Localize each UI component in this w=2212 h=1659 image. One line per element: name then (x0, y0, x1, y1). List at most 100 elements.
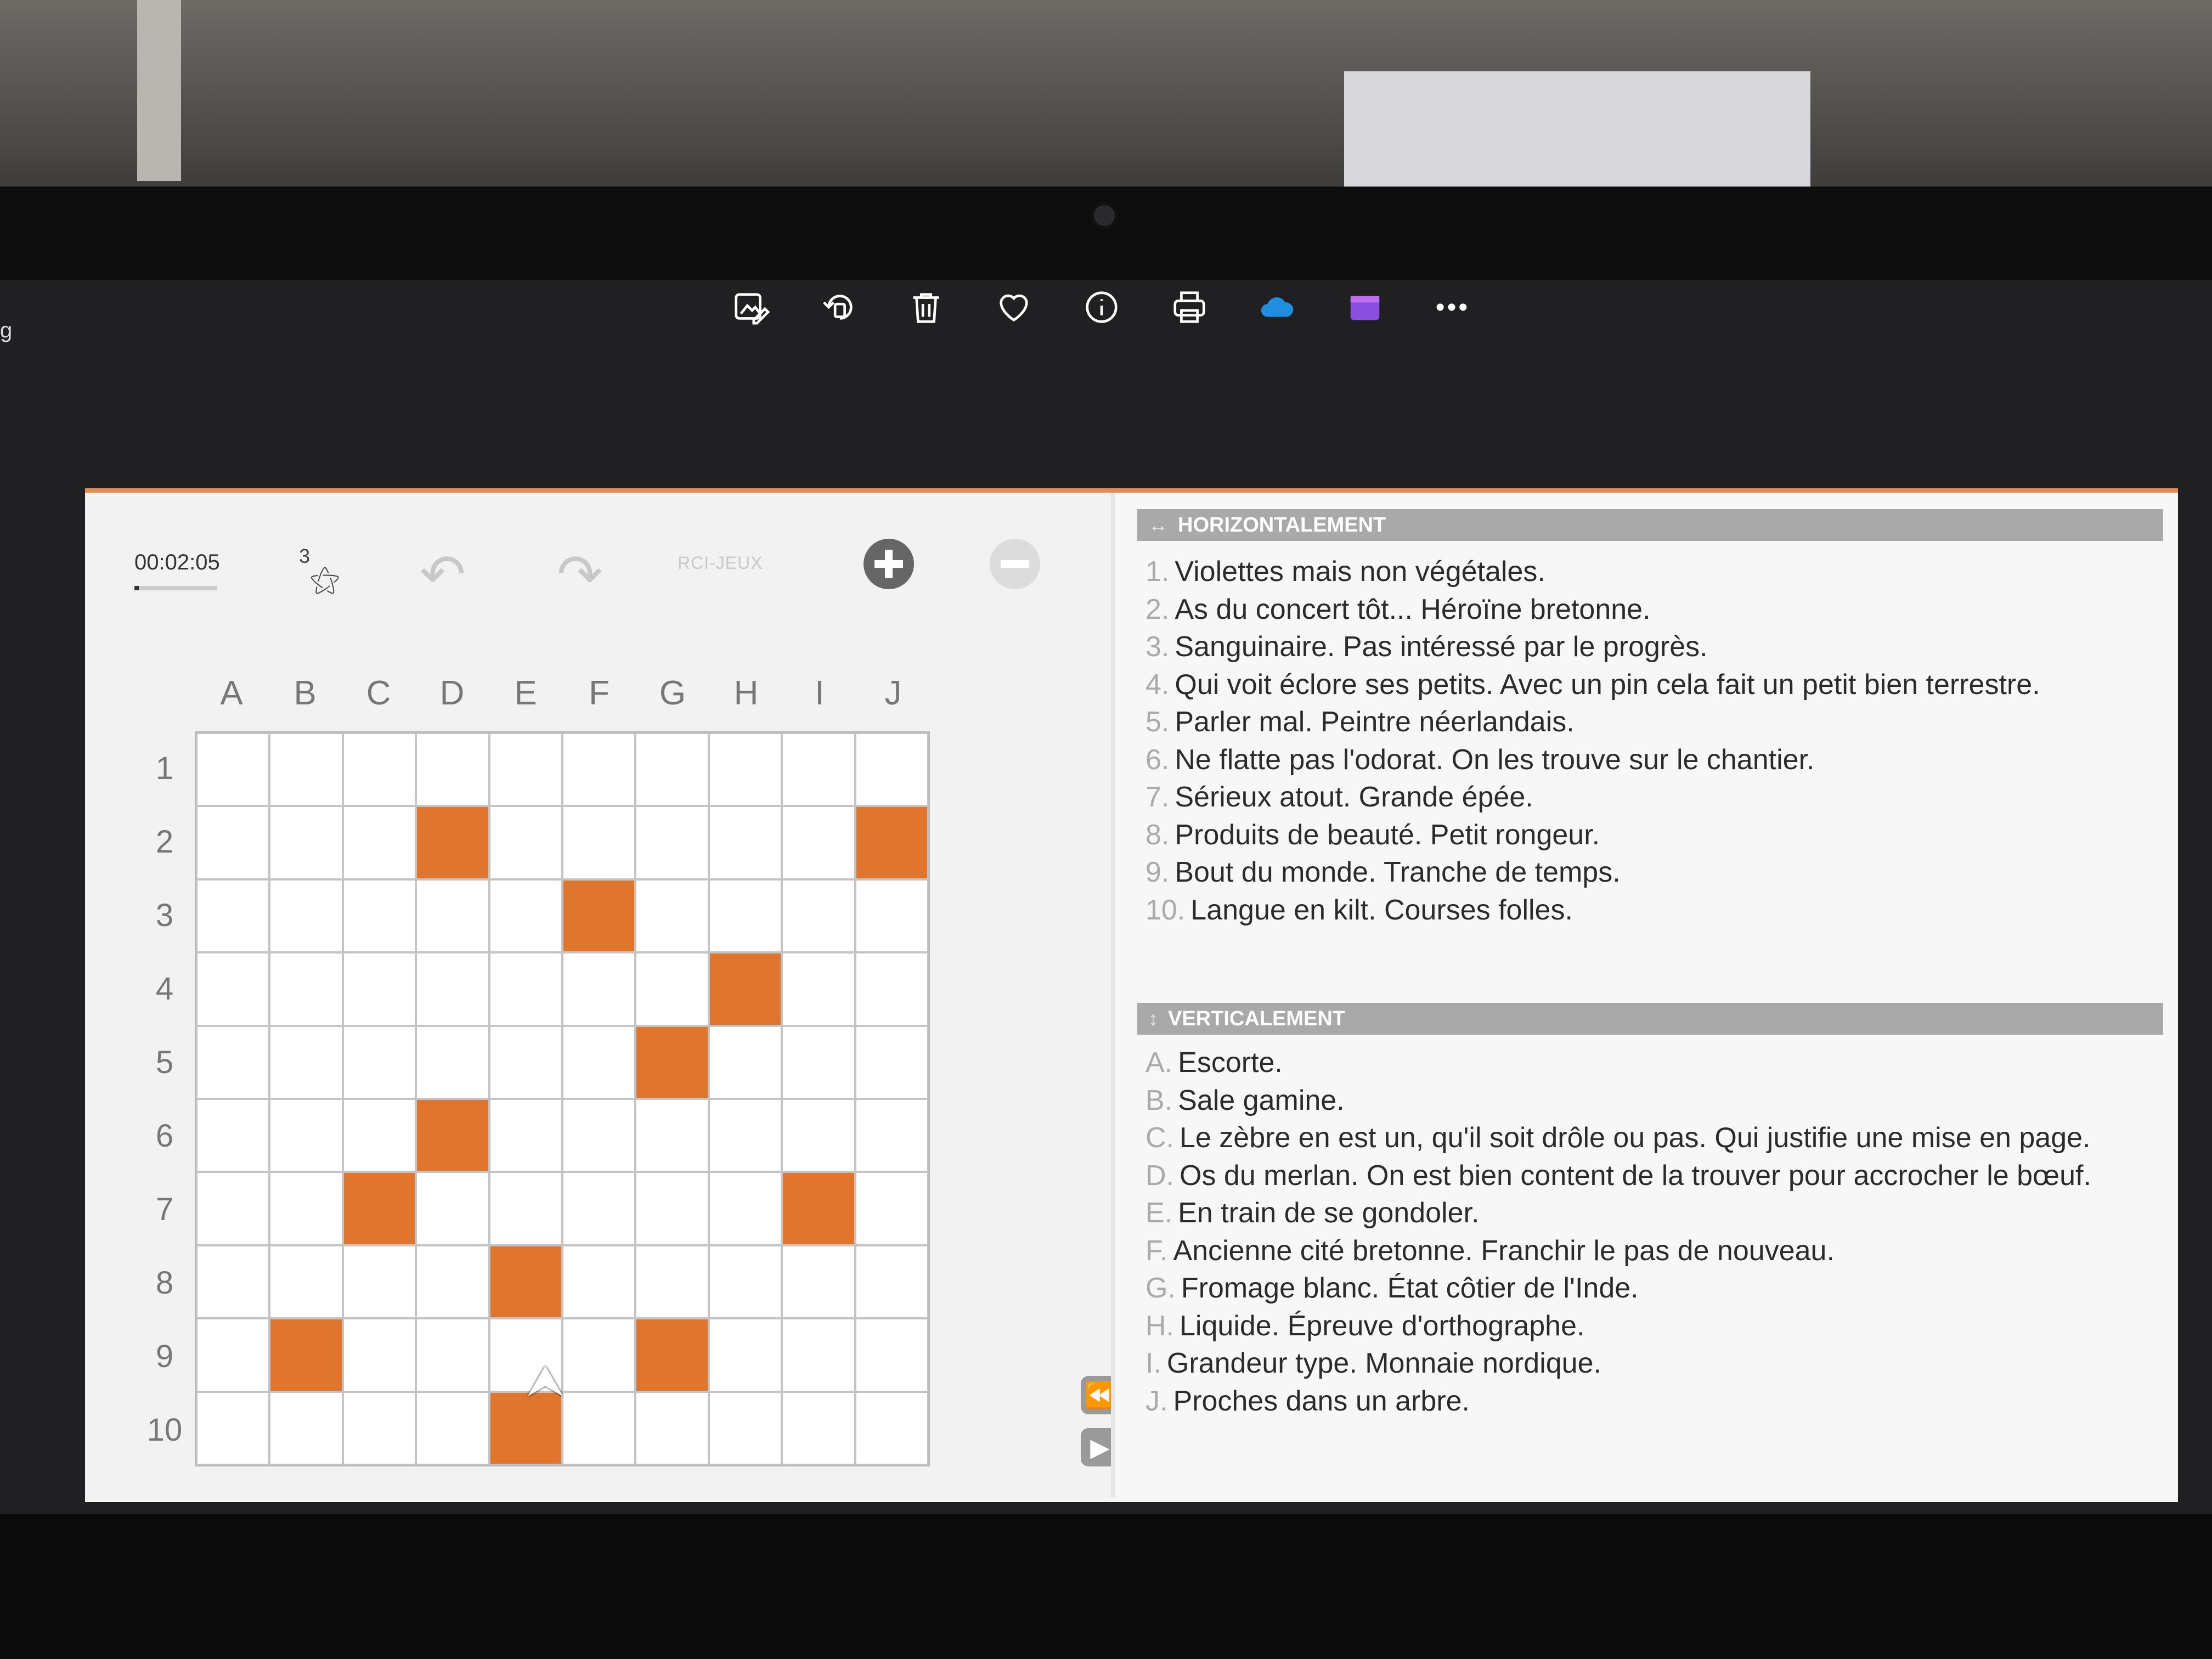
clue-item[interactable]: 2. As du concert tôt... Héroïne bretonne. (1146, 591, 2160, 629)
grid-cell[interactable] (269, 806, 343, 879)
grid-cell[interactable] (562, 806, 636, 879)
onedrive-button[interactable] (1251, 281, 1304, 334)
grid-cell[interactable] (269, 879, 343, 953)
grid-cell[interactable] (635, 1391, 709, 1465)
grid-cell[interactable] (416, 1025, 489, 1099)
grid-cell[interactable] (855, 1245, 928, 1319)
grid-cell[interactable] (269, 1391, 343, 1465)
info-button[interactable] (1075, 281, 1128, 334)
print-button[interactable] (1163, 281, 1216, 334)
grid-cell[interactable] (342, 1318, 416, 1392)
clue-item[interactable]: C. Le zèbre en est un, qu'il soit drôle o… (1146, 1119, 2160, 1157)
zoom-out-button[interactable] (988, 537, 1042, 591)
grid-cell[interactable] (562, 1098, 636, 1172)
clue-item[interactable]: D. Os du merlan. On est bien content de l… (1146, 1157, 2160, 1195)
grid-cell[interactable] (708, 1318, 782, 1392)
grid-cell[interactable] (416, 733, 489, 806)
grid-cell[interactable] (708, 733, 782, 806)
grid-cell[interactable] (562, 733, 636, 806)
redo-button[interactable]: ↷ (557, 542, 603, 606)
clue-item[interactable]: 1. Violettes mais non végétales. (1146, 553, 2160, 591)
undo-button[interactable]: ↶ (420, 542, 466, 606)
clue-item[interactable]: E. En train de se gondoler. (1146, 1194, 2160, 1232)
grid-cell[interactable] (269, 1025, 343, 1099)
grid-cell[interactable] (708, 1245, 782, 1319)
grid-cell[interactable] (196, 1318, 270, 1392)
clue-item[interactable]: I. Grandeur type. Monnaie nordique. (1146, 1345, 2160, 1383)
grid-cell[interactable] (416, 952, 489, 1026)
edit-image-button[interactable] (724, 281, 777, 334)
grid-cell[interactable] (489, 806, 562, 879)
grid-cell[interactable] (342, 806, 416, 879)
clue-item[interactable]: 9. Bout du monde. Tranche de temps. (1146, 854, 2160, 891)
clue-item[interactable]: B. Sale gamine. (1146, 1082, 2160, 1120)
grid-cell[interactable] (782, 1098, 855, 1172)
clue-item[interactable]: 10. Langue en kilt. Courses folles. (1146, 891, 2160, 929)
grid-cell[interactable] (489, 952, 562, 1026)
grid-cell[interactable] (782, 879, 855, 953)
grid-cell[interactable] (562, 1245, 636, 1319)
grid-cell[interactable] (635, 733, 709, 806)
grid-cell[interactable] (855, 1172, 928, 1245)
zoom-in-button[interactable] (861, 537, 916, 591)
grid-cell[interactable] (708, 1391, 782, 1465)
grid-cell[interactable] (782, 952, 855, 1026)
grid-cell[interactable] (489, 1098, 562, 1172)
grid-cell[interactable] (635, 1172, 709, 1245)
grid-cell[interactable] (196, 1245, 270, 1319)
delete-button[interactable] (900, 281, 952, 334)
clue-item[interactable]: 4. Qui voit éclore ses petits. Avec un pi… (1146, 666, 2160, 704)
grid-cell[interactable] (708, 1098, 782, 1172)
grid-cell[interactable] (708, 1172, 782, 1245)
grid-cell[interactable] (269, 952, 343, 1026)
grid-cell[interactable] (855, 1098, 928, 1172)
grid-cell[interactable] (855, 1318, 928, 1392)
grid-cell[interactable] (782, 806, 855, 879)
grid-cell[interactable] (416, 1245, 489, 1319)
grid-cell[interactable] (489, 1025, 562, 1099)
grid-cell[interactable] (269, 1245, 343, 1319)
grid-cell[interactable] (416, 879, 489, 953)
grid-cell[interactable] (635, 1098, 709, 1172)
clipchamp-button[interactable] (1339, 281, 1391, 334)
grid-cell[interactable] (782, 1391, 855, 1465)
grid-cell[interactable] (342, 1391, 416, 1465)
grid-cell[interactable] (196, 733, 270, 806)
grid-cell[interactable] (635, 1245, 709, 1319)
grid-cell[interactable] (782, 1245, 855, 1319)
grid-cell[interactable] (342, 952, 416, 1026)
favorite-button[interactable] (988, 281, 1040, 334)
grid-cell[interactable] (196, 952, 270, 1026)
grid-cell[interactable] (342, 1098, 416, 1172)
grid-cell[interactable] (416, 1172, 489, 1245)
grid-cell[interactable] (342, 1245, 416, 1319)
grid-cell[interactable] (708, 879, 782, 953)
clue-item[interactable]: 8. Produits de beauté. Petit rongeur. (1146, 816, 2160, 854)
grid-cell[interactable] (196, 879, 270, 953)
clue-item[interactable]: 7. Sérieux atout. Grande épée. (1146, 778, 2160, 816)
grid-cell[interactable] (416, 1391, 489, 1465)
clue-item[interactable]: 6. Ne flatte pas l'odorat. On les trouve … (1146, 741, 2160, 779)
grid-cell[interactable] (196, 806, 270, 879)
grid-cell[interactable] (489, 1172, 562, 1245)
grid-cell[interactable] (269, 1172, 343, 1245)
grid-cell[interactable] (782, 1025, 855, 1099)
rotate-button[interactable] (812, 281, 865, 334)
grid-cell[interactable] (855, 733, 928, 806)
grid-cell[interactable] (489, 733, 562, 806)
clue-item[interactable]: A. Escorte. (1146, 1044, 2160, 1082)
grid-cell[interactable] (562, 1172, 636, 1245)
grid-cell[interactable] (855, 1025, 928, 1099)
grid-cell[interactable] (342, 879, 416, 953)
grid-cell[interactable] (562, 1025, 636, 1099)
grid-cell[interactable] (635, 952, 709, 1026)
grid-cell[interactable] (562, 1391, 636, 1465)
clue-item[interactable]: H. Liquide. Épreuve d'orthographe. (1146, 1307, 2160, 1345)
grid-cell[interactable] (269, 733, 343, 806)
clue-item[interactable]: J. Proches dans un arbre. (1146, 1383, 2160, 1420)
grid-cell[interactable] (196, 1391, 270, 1465)
grid-cell[interactable] (196, 1098, 270, 1172)
grid-cell[interactable] (782, 1318, 855, 1392)
grid-cell[interactable] (562, 1318, 636, 1392)
grid-cell[interactable] (196, 1172, 270, 1245)
